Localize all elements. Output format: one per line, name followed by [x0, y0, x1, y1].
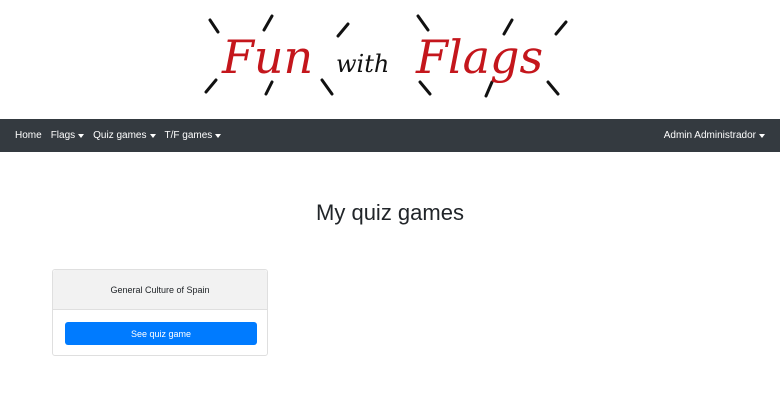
page-title: My quiz games [316, 200, 464, 225]
caret-down-icon [759, 133, 765, 138]
quiz-game-card-title: General Culture of Spain [53, 270, 267, 310]
nav-flags-dropdown[interactable]: Flags [50, 130, 85, 141]
nav-tf-games-dropdown[interactable]: T/F games [165, 130, 222, 141]
nav-flags-label: Flags [50, 130, 76, 141]
user-menu-dropdown[interactable]: Admin Administrador [664, 130, 765, 141]
logo-word-fun: Fun [221, 30, 313, 84]
user-menu-label: Admin Administrador [663, 130, 756, 141]
caret-down-icon [78, 133, 85, 138]
caret-down-icon [215, 133, 222, 138]
nav-quiz-games-dropdown[interactable]: Quiz games [93, 130, 156, 141]
logo-word-with: with [336, 50, 389, 78]
logo-word-flags: Flags [415, 30, 543, 84]
nav-quiz-games-label: Quiz games [93, 130, 147, 141]
navbar: Home Flags Quiz games T/F games Admin Ad… [0, 119, 780, 152]
quiz-game-card-body: See quiz game [53, 310, 267, 357]
caret-down-icon [149, 133, 156, 138]
see-quiz-game-button[interactable]: See quiz game [65, 322, 257, 345]
nav-home-link[interactable]: Home [15, 130, 42, 141]
fun-with-flags-logo: Fun with Flags [204, 14, 568, 98]
nav-left-group: Home Flags Quiz games T/F games [0, 130, 230, 141]
nav-home-label: Home [15, 130, 42, 141]
logo: Fun with Flags [0, 0, 780, 119]
quiz-game-card: General Culture of Spain See quiz game [52, 269, 268, 356]
nav-tf-games-label: T/F games [164, 130, 213, 141]
